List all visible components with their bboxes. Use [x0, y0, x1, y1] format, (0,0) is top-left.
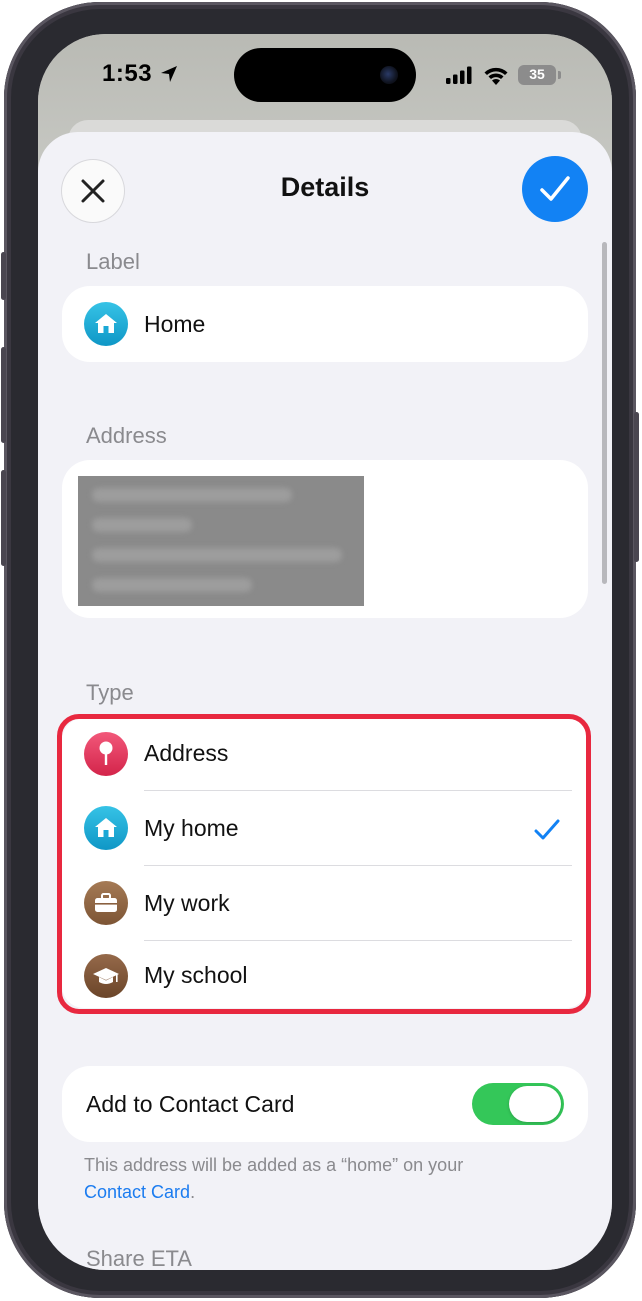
- screen: 1:53 35 Details Label Home Address Type …: [38, 34, 612, 1270]
- checkmark-icon: [540, 176, 570, 201]
- camera-icon: [380, 66, 398, 84]
- address-heading: Address: [86, 423, 167, 448]
- power-button: [634, 412, 639, 562]
- scrollbar[interactable]: [602, 242, 607, 584]
- footnote: This address will be added as a “home” o…: [84, 1152, 554, 1206]
- battery-icon: 35: [518, 65, 556, 85]
- add-to-contact-toggle[interactable]: [472, 1083, 564, 1125]
- battery-level: 35: [529, 66, 545, 82]
- phone-frame: 1:53 35 Details Label Home Address Type …: [1, 2, 639, 1298]
- volume-down-button: [1, 470, 6, 566]
- toggle-label: Add to Contact Card: [86, 1091, 295, 1117]
- type-heading: Type: [86, 680, 134, 705]
- done-button[interactable]: [522, 156, 588, 222]
- battery-cap: [558, 71, 561, 79]
- house-icon: [84, 302, 128, 346]
- label-heading: Label: [86, 249, 140, 274]
- share-eta-heading: Share ETA: [86, 1246, 192, 1270]
- volume-up-button: [1, 347, 6, 443]
- clock: 1:53: [102, 60, 153, 87]
- label-value: Home: [144, 311, 206, 337]
- highlight-box: [57, 714, 591, 1014]
- toggle-knob: [509, 1086, 561, 1122]
- dynamic-island: [234, 48, 416, 102]
- footnote-text: This address will be added as a “home” o…: [84, 1155, 464, 1175]
- action-button: [1, 252, 6, 300]
- location-arrow-icon: [161, 66, 177, 82]
- label-field[interactable]: Home: [62, 286, 588, 362]
- contact-card-link[interactable]: Contact Card: [84, 1182, 190, 1202]
- redacted-address: [78, 476, 364, 606]
- footnote-end: .: [190, 1182, 196, 1202]
- cellular-signal-icon: [446, 66, 472, 84]
- status-bar: 1:53 35: [38, 34, 612, 114]
- wifi-icon: [484, 67, 508, 85]
